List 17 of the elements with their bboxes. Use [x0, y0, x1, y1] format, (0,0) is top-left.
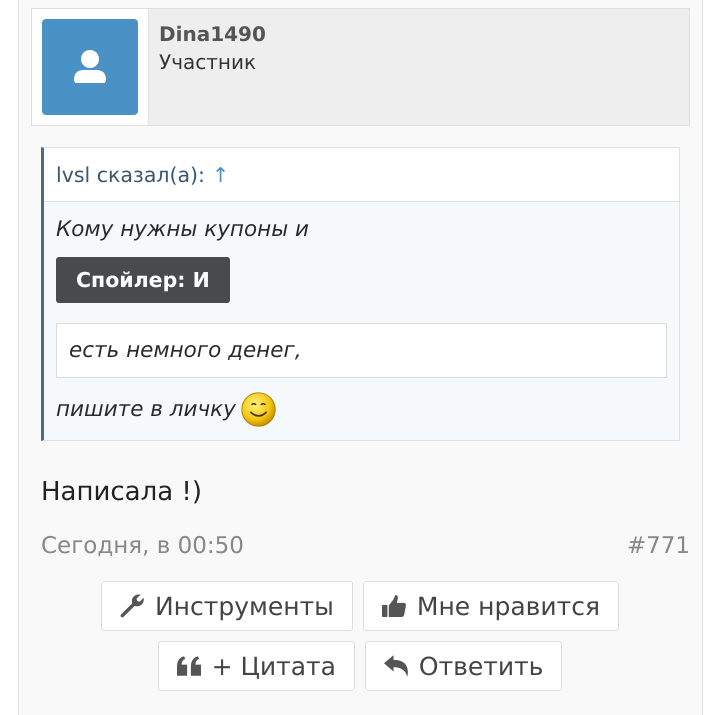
thumbs-up-icon: [382, 594, 406, 618]
message-text: Написала !): [41, 476, 203, 509]
reply-arrow-icon: [384, 654, 408, 678]
avatar-icon[interactable]: [42, 19, 138, 115]
wrench-icon: [120, 594, 144, 618]
tools-button[interactable]: Инструменты: [100, 581, 353, 631]
quote-text: Кому нужны купоны и: [56, 216, 309, 244]
spoiler-text: есть немного денег,: [69, 336, 302, 364]
username-link[interactable]: Dina1490: [159, 21, 266, 48]
reply-button[interactable]: Ответить: [364, 641, 562, 691]
quote-marks-icon: [176, 654, 201, 678]
like-button[interactable]: Мне нравится: [362, 581, 619, 631]
spoiler-button[interactable]: Спойлер: И: [56, 257, 230, 303]
quote-button[interactable]: + Цитата: [158, 641, 355, 691]
quote-text: пишите в личку: [56, 396, 236, 424]
quote-attribution: lvsl сказал(а):: [56, 162, 205, 186]
user-role: Участник: [159, 49, 256, 76]
